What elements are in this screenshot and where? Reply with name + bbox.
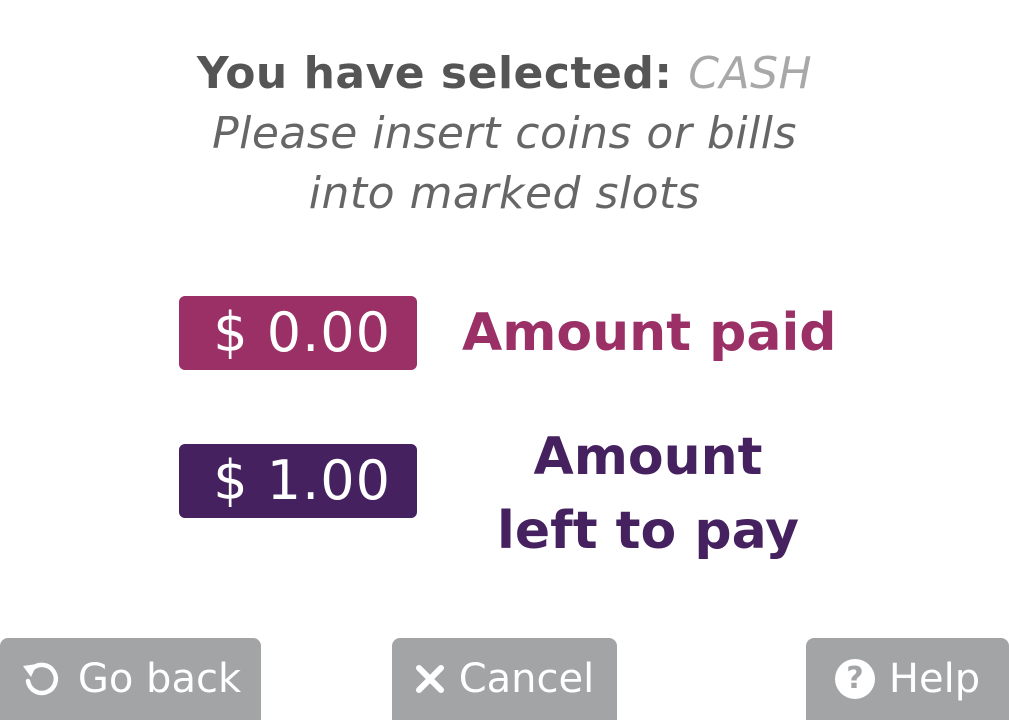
help-label: Help: [888, 656, 981, 702]
selected-method-line: You have selected: CASH: [0, 44, 1009, 104]
cancel-label: Cancel: [458, 656, 595, 702]
cancel-button[interactable]: Cancel: [392, 638, 617, 720]
go-back-label: Go back: [77, 656, 242, 702]
selected-prefix: You have selected:: [196, 48, 673, 99]
go-back-button[interactable]: Go back: [0, 638, 261, 720]
payment-method: CASH: [688, 48, 813, 99]
amount-paid-value: $ 0.00: [179, 296, 417, 370]
amount-left-label: Amount left to pay: [497, 427, 799, 561]
help-button[interactable]: ? Help: [806, 638, 1009, 720]
payment-screen: You have selected: CASH Please insert co…: [0, 0, 1009, 720]
payment-header: You have selected: CASH Please insert co…: [0, 44, 1009, 224]
x-icon: [415, 664, 445, 694]
question-circle-icon: ?: [834, 659, 875, 699]
instruction-line-1: Please insert coins or bills: [212, 108, 797, 159]
refresh-arrow-icon: [20, 657, 64, 701]
amount-paid-label: Amount paid: [462, 303, 837, 363]
amount-left-value: $ 1.00: [179, 444, 417, 518]
instruction-line-2: into marked slots: [308, 168, 701, 219]
